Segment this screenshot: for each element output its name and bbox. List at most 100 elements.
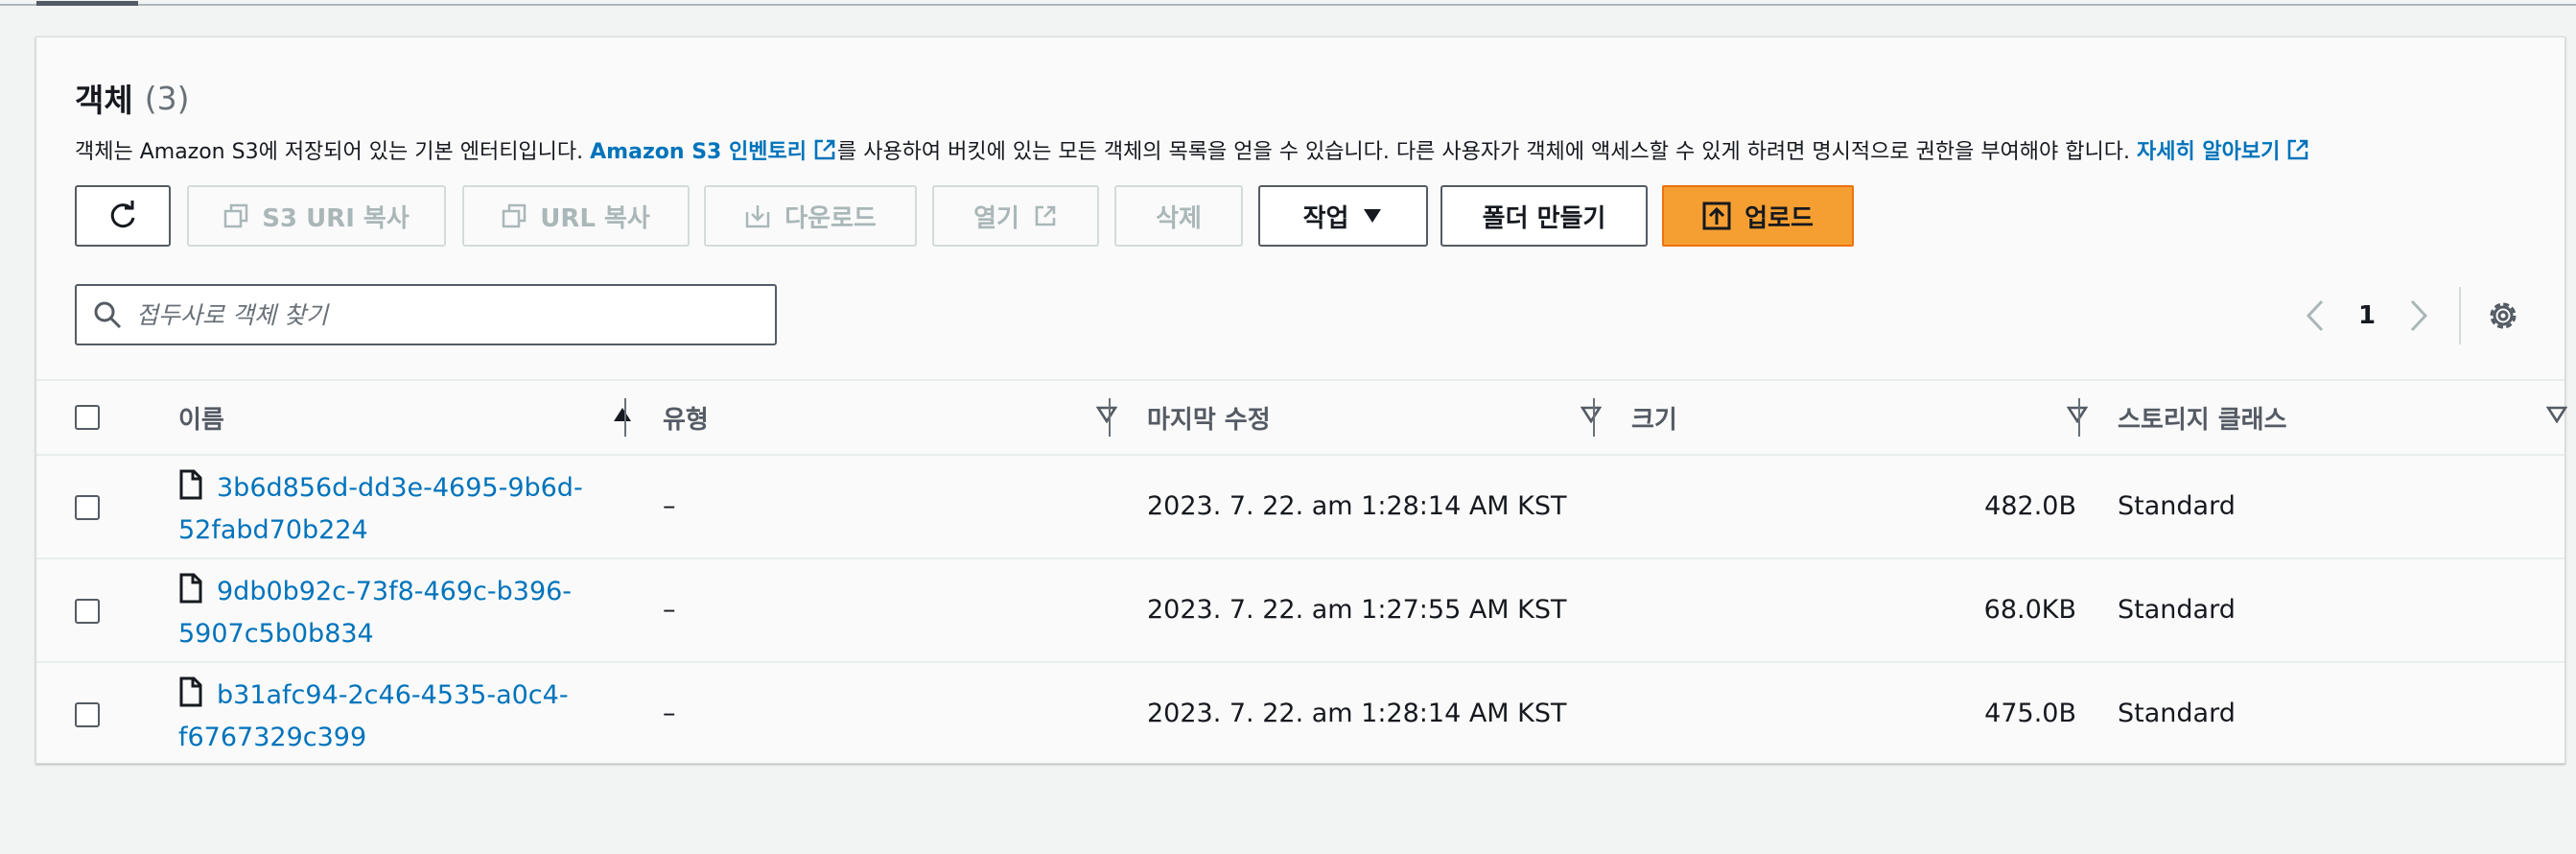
column-header-name-label: 이름 <box>178 405 224 435</box>
sort-icon <box>1096 406 1117 423</box>
file-icon <box>179 469 202 500</box>
row-checkbox[interactable] <box>75 495 100 520</box>
object-name-line1: 9db0b92c-73f8-469c-b396- <box>217 577 573 606</box>
column-header-type[interactable]: 유형 <box>663 381 1123 454</box>
object-size: 482.0B <box>1984 490 2076 521</box>
page-title: 객체 (3) <box>75 76 189 120</box>
current-page-number[interactable]: 1 <box>2348 297 2386 335</box>
object-name-line1: b31afc94-2c46-4535-a0c4- <box>217 680 569 710</box>
select-all-checkbox[interactable] <box>75 405 100 430</box>
table-row[interactable]: 9db0b92c-73f8-469c-b396- 5907c5b0b834 – … <box>36 559 2564 663</box>
column-resizer[interactable] <box>2078 398 2080 437</box>
column-resizer[interactable] <box>624 398 626 437</box>
object-storage-class: Standard <box>2118 594 2236 625</box>
upload-icon <box>1702 202 1731 230</box>
object-type: – <box>663 490 676 521</box>
open-label: 열기 <box>973 203 1019 233</box>
download-icon <box>745 205 770 228</box>
sort-icon <box>2067 406 2088 423</box>
pagination-divider <box>2459 287 2461 344</box>
column-header-type-label: 유형 <box>663 405 709 435</box>
object-name-link[interactable]: 3b6d856d-dd3e-4695-9b6d- 52fabd70b224 <box>178 467 629 552</box>
learn-more-label: 자세히 알아보기 <box>2136 140 2281 164</box>
external-link-icon <box>1035 205 1056 226</box>
object-size: 475.0B <box>1984 698 2076 728</box>
table-settings-button[interactable] <box>2482 295 2524 337</box>
create-folder-label: 폴더 만들기 <box>1482 203 1606 233</box>
object-name-link[interactable]: 9db0b92c-73f8-469c-b396- 5907c5b0b834 <box>178 571 629 655</box>
actions-label: 작업 <box>1302 203 1349 233</box>
sort-icon <box>2546 406 2567 423</box>
object-storage-class: Standard <box>2118 490 2236 521</box>
open-button[interactable]: 열기 <box>932 185 1099 247</box>
object-name-line2: 5907c5b0b834 <box>178 619 374 649</box>
copy-url-button[interactable]: URL 복사 <box>462 185 690 247</box>
objects-title: 객체 <box>75 82 133 119</box>
create-folder-button[interactable]: 폴더 만들기 <box>1440 185 1648 247</box>
actions-dropdown[interactable]: 작업 <box>1258 185 1428 247</box>
download-button[interactable]: 다운로드 <box>704 185 917 247</box>
column-header-name[interactable]: 이름 <box>178 381 631 454</box>
external-link-icon <box>2288 139 2308 160</box>
copy-s3-uri-button[interactable]: S3 URI 복사 <box>187 185 446 247</box>
column-header-storage-class-label: 스토리지 클래스 <box>2118 405 2287 435</box>
next-page-button[interactable] <box>2401 297 2436 335</box>
file-icon <box>179 676 202 707</box>
description-middle: 를 사용하여 버킷에 있는 모든 객체의 목록을 얻을 수 있습니다. 다른 사… <box>836 140 2130 164</box>
objects-panel: 객체 (3) 객체는 Amazon S3에 저장되어 있는 기본 엔터티입니다.… <box>35 36 2567 767</box>
table-row[interactable]: 3b6d856d-dd3e-4695-9b6d- 52fabd70b224 – … <box>36 456 2564 559</box>
copy-icon <box>223 203 248 228</box>
inventory-link[interactable]: Amazon S3 인벤토리 <box>590 134 837 165</box>
refresh-button[interactable] <box>75 185 171 247</box>
row-checkbox[interactable] <box>75 599 100 624</box>
object-type: – <box>663 698 676 728</box>
learn-more-link[interactable]: 자세히 알아보기 <box>2137 134 2310 165</box>
column-header-size[interactable]: 크기 <box>1631 381 2092 454</box>
column-header-size-label: 크기 <box>1631 405 1677 435</box>
refresh-icon <box>110 201 135 228</box>
object-size: 68.0KB <box>1983 594 2076 625</box>
external-link-icon <box>814 139 835 160</box>
search-box[interactable] <box>75 284 777 345</box>
table-header: 이름 유형 마지막 수정 크기 스토리지 클래스 <box>36 379 2567 456</box>
sort-icon <box>1581 406 1602 423</box>
search-icon <box>94 301 122 329</box>
row-checkbox[interactable] <box>75 702 100 727</box>
object-storage-class: Standard <box>2118 698 2236 728</box>
column-resizer[interactable] <box>1593 398 1595 437</box>
delete-button[interactable]: 삭제 <box>1114 185 1243 247</box>
search-input[interactable] <box>136 300 731 329</box>
column-header-last-modified-label: 마지막 수정 <box>1147 405 1271 435</box>
object-last-modified: 2023. 7. 22. am 1:27:55 AM KST <box>1147 594 1567 625</box>
copy-url-label: URL 복사 <box>540 203 650 233</box>
sort-ascending-icon <box>614 408 631 421</box>
objects-count: (3) <box>144 79 190 117</box>
object-name-line1: 3b6d856d-dd3e-4695-9b6d- <box>217 473 583 503</box>
object-name-line2: 52fabd70b224 <box>178 515 368 545</box>
chevron-left-icon <box>2306 299 2324 332</box>
object-last-modified: 2023. 7. 22. am 1:28:14 AM KST <box>1147 698 1567 728</box>
table-row[interactable]: b31afc94-2c46-4535-a0c4- f6767329c399 – … <box>36 663 2564 767</box>
column-resizer[interactable] <box>1109 398 1111 437</box>
object-name-line2: f6767329c399 <box>178 723 367 752</box>
file-icon <box>179 573 202 604</box>
caret-down-icon <box>1364 209 1382 223</box>
objects-description: 객체는 Amazon S3에 저장되어 있는 기본 엔터티입니다. Amazon… <box>75 131 2530 168</box>
copy-icon <box>502 203 527 228</box>
previous-page-button[interactable] <box>2298 297 2332 335</box>
upload-button[interactable]: 업로드 <box>1662 185 1854 247</box>
download-label: 다운로드 <box>785 203 877 233</box>
tab-strip <box>0 0 2576 6</box>
upload-label: 업로드 <box>1745 203 1814 233</box>
object-type: – <box>663 594 676 625</box>
active-tab-indicator <box>36 0 138 6</box>
gear-icon <box>2490 302 2517 329</box>
copy-s3-uri-label: S3 URI 복사 <box>262 203 410 233</box>
column-header-last-modified[interactable]: 마지막 수정 <box>1147 381 1607 454</box>
chevron-right-icon <box>2410 299 2428 332</box>
delete-label: 삭제 <box>1156 203 1202 233</box>
object-last-modified: 2023. 7. 22. am 1:28:14 AM KST <box>1147 490 1567 521</box>
column-header-storage-class[interactable]: 스토리지 클래스 <box>2118 381 2567 454</box>
object-name-link[interactable]: b31afc94-2c46-4535-a0c4- f6767329c399 <box>178 675 629 759</box>
inventory-link-label: Amazon S3 인벤토리 <box>590 140 807 164</box>
